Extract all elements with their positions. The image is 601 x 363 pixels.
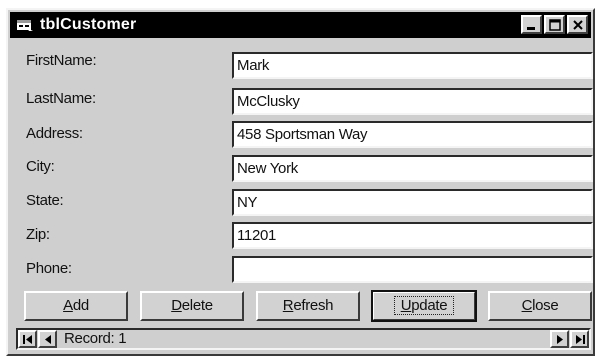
delete-button[interactable]: Delete bbox=[140, 291, 244, 321]
close-accel: C bbox=[521, 297, 533, 314]
customer-form-window: tblCustomer FirstName: Mark LastName: Mc… bbox=[6, 8, 595, 356]
refresh-label: efresh bbox=[293, 297, 334, 314]
delete-label: elete bbox=[181, 297, 213, 314]
record-navigator: Record: 1 bbox=[16, 328, 591, 350]
update-button[interactable]: Update bbox=[371, 290, 477, 322]
phone-label: Phone: bbox=[26, 260, 72, 277]
minimize-icon[interactable] bbox=[521, 15, 542, 34]
firstname-field[interactable]: Mark bbox=[232, 52, 593, 79]
form-icon[interactable] bbox=[16, 18, 34, 32]
address-label: Address: bbox=[26, 125, 83, 142]
maximize-icon[interactable] bbox=[544, 15, 565, 34]
last-record-icon[interactable] bbox=[570, 330, 589, 348]
update-accel: U bbox=[400, 297, 412, 314]
title-bar[interactable]: tblCustomer bbox=[10, 12, 591, 38]
close-icon[interactable] bbox=[567, 15, 588, 34]
refresh-accel: R bbox=[282, 297, 294, 314]
zip-label: Zip: bbox=[26, 226, 50, 243]
next-record-icon[interactable] bbox=[550, 330, 569, 348]
first-record-icon[interactable] bbox=[18, 330, 37, 348]
city-label: City: bbox=[26, 158, 55, 175]
add-button[interactable]: Add bbox=[24, 291, 128, 321]
zip-field[interactable]: 11201 bbox=[232, 222, 593, 249]
refresh-button[interactable]: Refresh bbox=[256, 291, 360, 321]
phone-field[interactable] bbox=[232, 256, 593, 283]
record-caption: Record: 1 bbox=[64, 330, 127, 347]
lastname-label: LastName: bbox=[26, 90, 96, 107]
close-button[interactable]: Close bbox=[488, 291, 592, 321]
window-title: tblCustomer bbox=[40, 16, 137, 33]
close-label: lose bbox=[532, 297, 559, 314]
state-label: State: bbox=[26, 192, 64, 209]
update-label: pdate bbox=[411, 297, 448, 314]
city-field[interactable]: New York bbox=[232, 155, 593, 182]
add-accel: A bbox=[63, 297, 73, 314]
address-field[interactable]: 458 Sportsman Way bbox=[232, 121, 593, 148]
firstname-label: FirstName: bbox=[26, 52, 97, 69]
lastname-field[interactable]: McClusky bbox=[232, 88, 593, 115]
previous-record-icon[interactable] bbox=[38, 330, 57, 348]
update-focus-rect: Update bbox=[393, 296, 455, 315]
delete-accel: D bbox=[171, 297, 182, 314]
add-label: dd bbox=[72, 297, 89, 314]
state-field[interactable]: NY bbox=[232, 189, 593, 216]
